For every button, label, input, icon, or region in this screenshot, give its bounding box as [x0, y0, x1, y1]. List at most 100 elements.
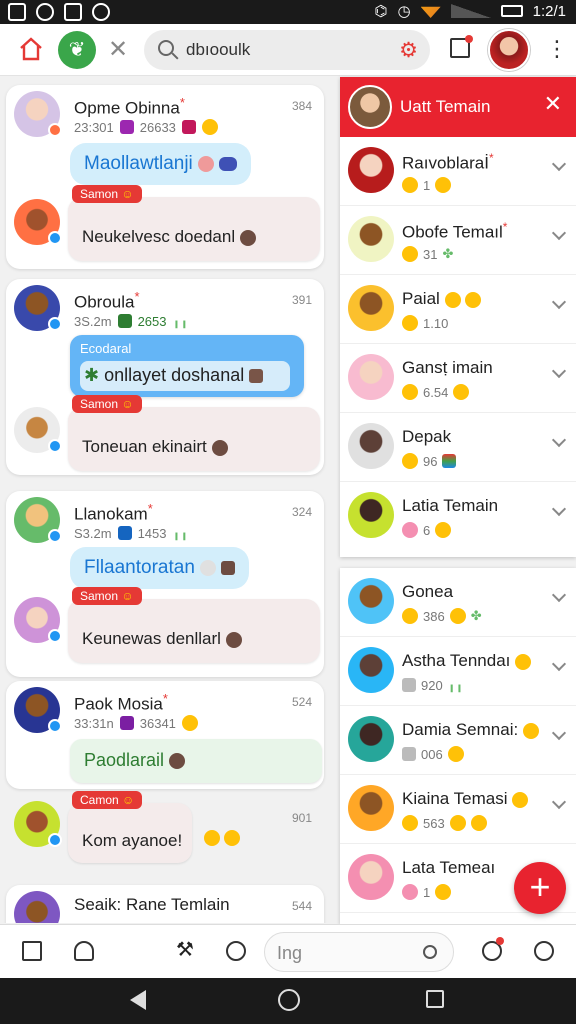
contact-name: Gansṭ imain — [402, 358, 493, 377]
clock-icon[interactable] — [226, 941, 246, 961]
search-icon — [158, 40, 174, 56]
verified-badge — [48, 719, 62, 733]
share-icon[interactable] — [450, 35, 473, 58]
chat-name: Paok Mosia* — [74, 691, 168, 714]
verified-badge — [48, 231, 62, 245]
avatar[interactable] — [348, 423, 394, 469]
back-icon[interactable] — [130, 990, 146, 1010]
bottom-search-input[interactable]: Ing — [277, 943, 302, 964]
avatar[interactable] — [348, 147, 394, 193]
reply-time: 901 — [292, 811, 313, 825]
list-item[interactable]: Latia Temain 6 — [340, 482, 576, 551]
more-vertical-icon[interactable]: ⋮ — [546, 36, 568, 62]
top-bar: ❦ ✕ dbıooulk ⚙ ⋮ — [0, 24, 576, 76]
reply-bubble[interactable]: Samon Toneuan ekinairt — [68, 395, 320, 471]
contact-meta: 563 — [402, 815, 487, 831]
chevron-down-icon[interactable] — [551, 501, 567, 517]
list-item[interactable]: Depak 96 — [340, 413, 576, 482]
list-item[interactable]: Damia Semnai: 006 — [340, 706, 576, 775]
chevron-down-icon[interactable] — [551, 156, 567, 172]
chevron-down-icon[interactable] — [551, 656, 567, 672]
download-icon — [64, 3, 82, 21]
avatar[interactable] — [14, 891, 60, 923]
contact-meta: 6 — [402, 522, 452, 538]
smile-emoji-icon — [181, 715, 198, 731]
recents-icon[interactable] — [426, 990, 444, 1008]
tag-icon — [119, 716, 134, 730]
reply-bubble[interactable]: Camon Kom ayanoe! — [68, 791, 192, 863]
message-bubble[interactable]: Ecodaral ✱ onllayet doshanal — [70, 335, 304, 397]
timer-icon[interactable] — [534, 941, 554, 961]
panel-avatar[interactable] — [348, 85, 392, 129]
bubble-text: ✱ onllayet doshanal — [84, 365, 264, 386]
message-bubble[interactable]: Paodlarail — [70, 739, 322, 783]
search-input[interactable]: dbıooulk — [186, 40, 250, 60]
pill-emoji-icon — [219, 156, 238, 171]
chevron-down-icon[interactable] — [551, 794, 567, 810]
gear-icon[interactable]: ⚙ — [399, 38, 418, 63]
panel-header: Uatt Temain ✕ — [340, 77, 576, 137]
search-bar[interactable]: dbıooulk ⚙ — [144, 30, 430, 70]
chevron-down-icon[interactable] — [551, 294, 567, 310]
chevron-down-icon[interactable] — [551, 725, 567, 741]
list-item[interactable]: Raıvoblaraİ* 1 — [340, 137, 576, 206]
avatar[interactable] — [348, 492, 394, 538]
chat-card[interactable]: Paok Mosia* 524 33:31n 36341 Paodlarail — [6, 681, 324, 789]
leaf-icon: ❦ — [68, 39, 86, 61]
bottom-search[interactable]: Ing — [264, 932, 454, 972]
app-logo-button[interactable]: ❦ — [58, 31, 96, 69]
list-item[interactable]: Kiaina Temasi 563 — [340, 775, 576, 844]
chevron-down-icon[interactable] — [551, 587, 567, 603]
contact-meta: 1.10 — [402, 315, 448, 331]
chat-name: Obroula* — [74, 289, 140, 312]
contact-name: Gonea — [402, 582, 454, 601]
chevron-down-icon[interactable] — [551, 432, 567, 448]
contact-name: Raıvoblaraİ* — [402, 151, 494, 173]
close-icon[interactable]: ✕ — [544, 91, 562, 117]
avatar[interactable] — [348, 578, 394, 624]
avatar[interactable] — [348, 785, 394, 831]
reply-text: Keunewas denllarl — [82, 629, 242, 649]
avatar[interactable] — [348, 216, 394, 262]
chat-card[interactable]: Seaik: Rane Temlain 544 — [6, 885, 324, 923]
home-icon[interactable] — [18, 37, 44, 61]
add-button[interactable]: + — [514, 862, 566, 914]
message-bubble[interactable]: Maollawtlanji — [70, 143, 252, 185]
message-bubble[interactable]: Fllaantoratan — [70, 547, 250, 589]
bubble-text: Paodlarail — [84, 750, 186, 771]
profile-icon[interactable] — [74, 941, 94, 961]
avatar[interactable] — [348, 285, 394, 331]
contact-meta: 31 ✤ — [402, 246, 453, 262]
list-item[interactable]: Gansṭ imain 6.54 — [340, 344, 576, 413]
chat-time: 544 — [291, 899, 312, 913]
list-item[interactable]: Astha Tenndaı 920 ╻╻ — [340, 637, 576, 706]
avatar[interactable] — [348, 854, 394, 900]
profile-avatar[interactable] — [488, 29, 530, 71]
close-icon[interactable]: ✕ — [108, 35, 128, 64]
reply-tag: Camon — [72, 791, 143, 809]
contact-meta: 006 — [402, 746, 464, 762]
contact-meta: 386 ✤ — [402, 608, 482, 624]
bottom-toolbar: ⚒ Ing — [0, 924, 576, 978]
home-nav-icon[interactable] — [278, 989, 300, 1011]
avatar[interactable] — [348, 354, 394, 400]
list-item[interactable]: Gonea 386 ✤ — [340, 568, 576, 637]
list-item[interactable]: Obofe Temaıl* 31 ✤ — [340, 206, 576, 275]
cool-emoji-icon — [239, 229, 256, 246]
plant-icon — [249, 369, 264, 384]
reply-tag: Samon — [72, 185, 142, 203]
list-item[interactable]: Paial 1.10 — [340, 275, 576, 344]
calendar-icon[interactable] — [22, 941, 42, 961]
chevron-down-icon[interactable] — [551, 363, 567, 379]
chat-name: Llanokam* — [74, 501, 153, 524]
hammer-icon[interactable]: ⚒ — [176, 937, 196, 961]
system-nav-bar — [0, 978, 576, 1024]
leaf-icon — [117, 314, 132, 328]
bookmark-icon — [117, 526, 132, 540]
status-bar: ⌬ ◷ 1:2/1 — [0, 0, 576, 24]
reply-bubble[interactable]: Samon Keunewas denllarl — [68, 587, 320, 663]
chevron-down-icon[interactable] — [551, 225, 567, 241]
avatar[interactable] — [348, 716, 394, 762]
reply-bubble[interactable]: Samon Neukelvesc doedanl — [68, 185, 320, 261]
avatar[interactable] — [348, 647, 394, 693]
